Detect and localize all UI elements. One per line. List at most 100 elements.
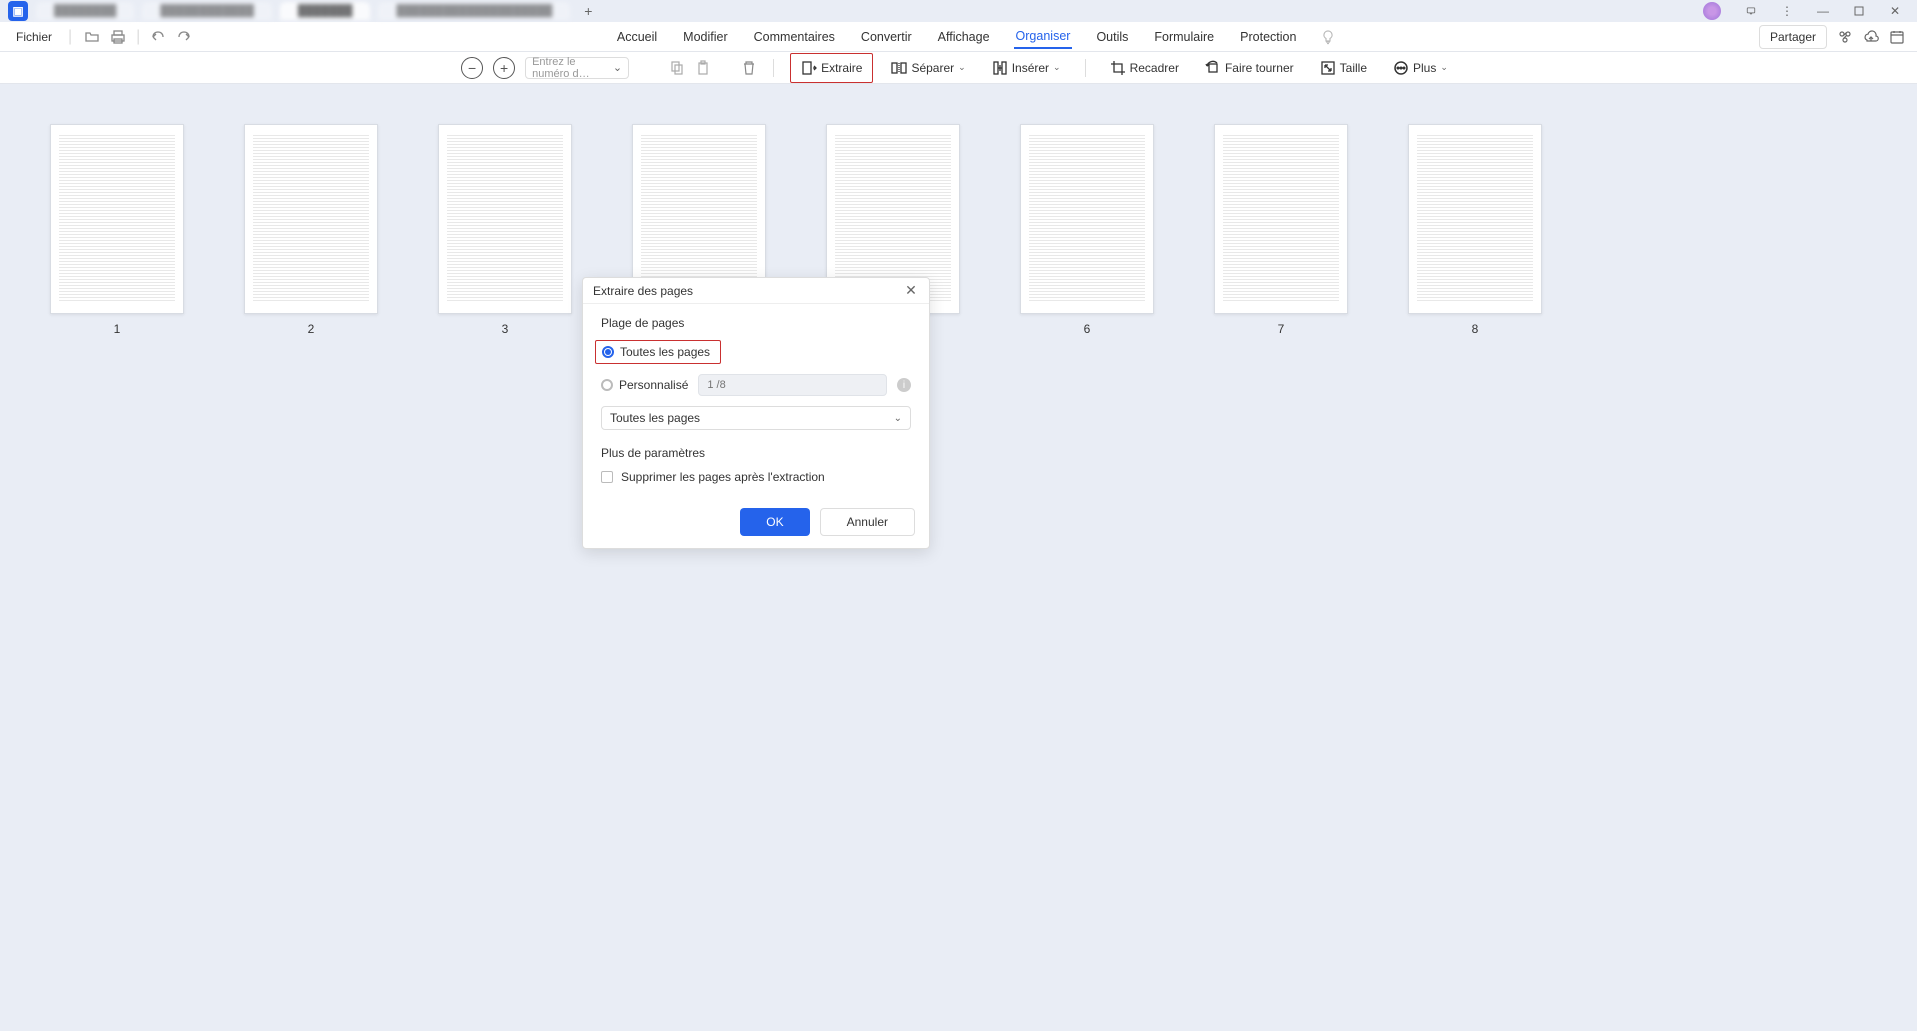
page-range-label: Plage de pages (601, 316, 911, 330)
document-tab[interactable]: ████████ (36, 2, 134, 20)
calendar-icon[interactable] (1889, 29, 1905, 45)
radio-custom[interactable]: Personnalisé (601, 378, 688, 392)
size-label: Taille (1340, 61, 1367, 75)
title-bar: ▣ ████████ ████████████ ███████ ████████… (0, 0, 1917, 22)
rotate-label: Faire tourner (1225, 61, 1294, 75)
share-button[interactable]: Partager (1759, 25, 1827, 49)
radio-icon (602, 346, 614, 358)
dialog-header: Extraire des pages ✕ (583, 278, 929, 304)
thumbnail-page (1408, 124, 1542, 314)
copy-page-icon[interactable] (669, 60, 685, 76)
insert-icon (992, 60, 1008, 76)
thumbnail-number: 6 (1084, 322, 1091, 336)
thumbnail-item[interactable]: 8 (1408, 124, 1542, 336)
more-vertical-icon[interactable]: ⋮ (1773, 1, 1801, 21)
document-tab[interactable]: ████████████████████ (378, 2, 570, 20)
thumbnail-item[interactable]: 3 (438, 124, 572, 336)
thumbnail-item[interactable]: 6 (1020, 124, 1154, 336)
thumbnail-page (1020, 124, 1154, 314)
more-label: Plus (1413, 61, 1436, 75)
open-file-icon[interactable] (84, 29, 100, 45)
thumbnail-page (50, 124, 184, 314)
document-tab[interactable]: ████████████ (142, 2, 272, 20)
more-icon (1393, 60, 1409, 76)
crop-icon (1110, 60, 1126, 76)
file-menu[interactable]: Fichier (12, 28, 56, 46)
delete-after-checkbox-row[interactable]: Supprimer les pages après l'extraction (601, 470, 911, 484)
close-icon[interactable]: ✕ (1881, 1, 1909, 21)
extract-icon (801, 60, 817, 76)
extract-label: Extraire (821, 61, 862, 75)
insert-label: Insérer (1012, 61, 1049, 75)
thumbnail-item[interactable]: 7 (1214, 124, 1348, 336)
radio-all-pages[interactable]: Toutes les pages (595, 340, 721, 364)
split-button[interactable]: Séparer ⌄ (883, 56, 973, 80)
collaborate-icon[interactable] (1837, 29, 1853, 45)
split-label: Séparer (911, 61, 954, 75)
menu-accueil[interactable]: Accueil (615, 26, 659, 48)
organize-toolbar: − + Entrez le numéro d… ⌄ Extraire Sépar… (0, 52, 1917, 84)
page-number-input[interactable]: Entrez le numéro d… ⌄ (525, 57, 629, 79)
size-button[interactable]: Taille (1312, 56, 1375, 80)
thumbnail-number: 1 (114, 322, 121, 336)
close-icon[interactable]: ✕ (903, 283, 919, 299)
crop-button[interactable]: Recadrer (1102, 56, 1187, 80)
maximize-icon[interactable] (1845, 1, 1873, 21)
menu-protection[interactable]: Protection (1238, 26, 1298, 48)
radio-all-label: Toutes les pages (620, 345, 710, 359)
thumbnail-item[interactable]: 2 (244, 124, 378, 336)
thumbnail-page (1214, 124, 1348, 314)
menu-bar: Fichier | | Accueil Modifier Commentaire… (0, 22, 1917, 52)
tabs-area: ████████ ████████████ ███████ ██████████… (36, 1, 1703, 21)
lightbulb-icon[interactable] (1320, 29, 1336, 45)
ai-assistant-icon[interactable] (1703, 2, 1721, 20)
ok-button[interactable]: OK (740, 508, 809, 536)
menu-outils[interactable]: Outils (1094, 26, 1130, 48)
paste-page-icon[interactable] (695, 60, 711, 76)
redo-icon[interactable] (176, 29, 192, 45)
menu-convertir[interactable]: Convertir (859, 26, 914, 48)
window-controls: ⋮ — ✕ (1703, 1, 1909, 21)
menu-modifier[interactable]: Modifier (681, 26, 729, 48)
info-icon[interactable]: i (897, 378, 911, 392)
more-button[interactable]: Plus ⌄ (1385, 56, 1456, 80)
thumbnail-item[interactable]: 1 (50, 124, 184, 336)
thumbnail-number: 8 (1472, 322, 1479, 336)
delete-page-icon[interactable] (741, 60, 757, 76)
chat-icon[interactable] (1737, 1, 1765, 21)
thumbnail-page (244, 124, 378, 314)
menu-organiser[interactable]: Organiser (1014, 25, 1073, 49)
dialog-title: Extraire des pages (593, 284, 693, 298)
split-icon (891, 60, 907, 76)
app-logo-icon: ▣ (8, 1, 28, 21)
size-icon (1320, 60, 1336, 76)
custom-range-input[interactable] (698, 374, 887, 396)
dropdown-value: Toutes les pages (610, 411, 700, 425)
zoom-in-button[interactable]: + (493, 57, 515, 79)
menu-formulaire[interactable]: Formulaire (1152, 26, 1216, 48)
zoom-out-button[interactable]: − (461, 57, 483, 79)
thumbnail-page (438, 124, 572, 314)
menu-commentaires[interactable]: Commentaires (752, 26, 837, 48)
range-dropdown[interactable]: Toutes les pages ⌄ (601, 406, 911, 430)
undo-icon[interactable] (150, 29, 166, 45)
page-thumbnails-area: 1 2 3 4 5 6 7 8 (0, 84, 1917, 376)
checkbox-icon (601, 471, 613, 483)
cancel-button[interactable]: Annuler (820, 508, 915, 536)
minimize-icon[interactable]: — (1809, 1, 1837, 21)
page-placeholder: Entrez le numéro d… (532, 56, 613, 80)
rotate-button[interactable]: Faire tourner (1197, 56, 1302, 80)
radio-custom-label: Personnalisé (619, 378, 688, 392)
extract-button[interactable]: Extraire (790, 53, 873, 83)
extract-pages-dialog: Extraire des pages ✕ Plage de pages Tout… (582, 277, 930, 549)
document-tab[interactable]: ███████ (280, 2, 371, 20)
main-menu: Accueil Modifier Commentaires Convertir … (192, 25, 1759, 49)
thumbnail-number: 2 (308, 322, 315, 336)
cloud-upload-icon[interactable] (1863, 29, 1879, 45)
print-icon[interactable] (110, 29, 126, 45)
rotate-icon (1205, 60, 1221, 76)
more-settings-label: Plus de paramètres (601, 446, 911, 460)
insert-button[interactable]: Insérer ⌄ (984, 56, 1069, 80)
menu-affichage[interactable]: Affichage (936, 26, 992, 48)
add-tab-button[interactable]: + (578, 1, 598, 21)
